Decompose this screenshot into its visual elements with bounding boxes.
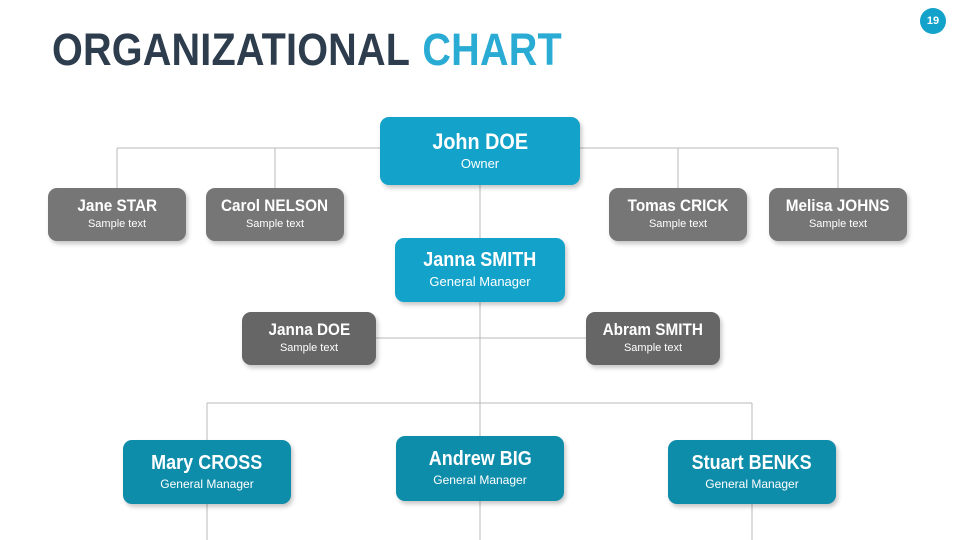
org-node-role: Sample text	[808, 218, 868, 231]
org-node-name: Mary CROSS	[151, 451, 263, 474]
org-node-melisa-johns[interactable]: Melisa JOHNS Sample text	[769, 188, 907, 241]
org-node-name: Stuart BENKS	[691, 451, 813, 474]
org-node-role: Sample text	[279, 342, 339, 355]
page-title: ORGANIZATIONAL CHART	[52, 24, 562, 76]
org-node-name: Tomas CRICK	[627, 196, 729, 216]
org-node-stuart-benks[interactable]: Stuart BENKS General Manager	[668, 440, 836, 504]
org-node-role: General Manager	[705, 476, 799, 491]
org-node-janna-smith[interactable]: Janna SMITH General Manager	[395, 238, 565, 302]
page-title-accent: CHART	[422, 24, 562, 75]
org-node-name: John DOE	[432, 129, 528, 155]
org-node-role: General Manager	[433, 473, 527, 488]
org-node-jane-star[interactable]: Jane STAR Sample text	[48, 188, 186, 241]
org-node-name: Jane STAR	[77, 196, 157, 216]
org-node-role: Sample text	[648, 218, 708, 231]
org-node-andrew-big[interactable]: Andrew BIG General Manager	[396, 436, 564, 501]
org-node-role: Sample text	[623, 342, 683, 355]
org-node-janna-doe[interactable]: Janna DOE Sample text	[242, 312, 376, 365]
org-node-name: Andrew BIG	[428, 448, 532, 471]
org-node-abram-smith[interactable]: Abram SMITH Sample text	[586, 312, 720, 365]
org-node-name: Melisa JOHNS	[786, 196, 890, 216]
org-node-role: General Manager	[429, 274, 531, 290]
org-node-carol-nelson[interactable]: Carol NELSON Sample text	[206, 188, 344, 241]
org-node-role: Sample text	[245, 218, 305, 231]
org-node-name: Janna DOE	[268, 320, 350, 340]
org-node-john-doe[interactable]: John DOE Owner	[380, 117, 580, 185]
page-title-main: ORGANIZATIONAL	[52, 24, 411, 75]
org-node-tomas-crick[interactable]: Tomas CRICK Sample text	[609, 188, 747, 241]
page-number-badge: 19	[920, 8, 946, 34]
org-node-name: Abram SMITH	[602, 320, 704, 340]
org-node-role: Sample text	[87, 218, 147, 231]
org-node-name: Janna SMITH	[423, 249, 537, 272]
org-node-name: Carol NELSON	[221, 196, 329, 216]
org-node-role: Owner	[460, 156, 500, 172]
org-node-mary-cross[interactable]: Mary CROSS General Manager	[123, 440, 291, 504]
org-node-role: General Manager	[160, 476, 254, 491]
slide-canvas: ORGANIZATIONAL CHART 19 John DOE Owner J…	[0, 0, 960, 540]
